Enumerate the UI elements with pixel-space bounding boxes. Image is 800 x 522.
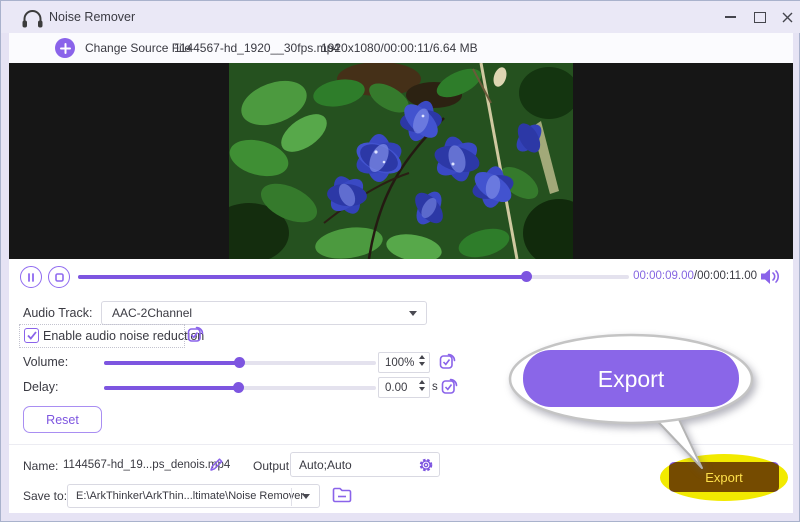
delay-label: Delay:	[23, 380, 58, 394]
output-filename: 1144567-hd_19...ps_denois.mp4	[63, 459, 230, 471]
spin-up-icon[interactable]	[419, 355, 425, 359]
stop-button[interactable]	[48, 266, 70, 288]
total-time: 00:00:11.00	[697, 270, 757, 282]
pause-icon	[27, 273, 35, 282]
volume-apply-to-all-icon[interactable]	[439, 353, 456, 370]
progress-thumb[interactable]	[521, 271, 532, 282]
change-source-button[interactable]	[55, 38, 75, 58]
volume-slider[interactable]	[104, 361, 376, 365]
headphones-icon	[21, 8, 44, 28]
open-folder-icon[interactable]	[332, 486, 352, 503]
audio-track-label: Audio Track:	[23, 306, 92, 320]
pause-button[interactable]	[20, 266, 42, 288]
spin-down-icon[interactable]	[419, 362, 425, 366]
stop-icon	[55, 273, 64, 282]
save-to-path: E:\ArkThinker\ArkThin...ltimate\Noise Re…	[76, 490, 304, 502]
delay-thumb[interactable]	[233, 382, 244, 393]
source-filename: 1144567-hd_1920__30fps.mp4	[174, 41, 340, 55]
time-display: 00:00:09.00/00:00:11.00	[601, 270, 757, 282]
delay-slider[interactable]	[104, 386, 376, 390]
audio-track-value: AAC-2Channel	[112, 306, 192, 320]
volume-thumb[interactable]	[234, 357, 245, 368]
video-preview-frame	[229, 63, 573, 259]
spin-up-icon[interactable]	[419, 380, 425, 384]
save-to-select[interactable]: E:\ArkThinker\ArkThin...ltimate\Noise Re…	[67, 484, 320, 508]
delay-input[interactable]: 0.00	[378, 377, 430, 398]
audio-track-select[interactable]: AAC-2Channel	[101, 301, 427, 325]
noise-remover-window: { "window": { "title": "Noise Remover" }…	[0, 0, 800, 522]
title-bar: Noise Remover	[1, 1, 800, 33]
volume-input[interactable]: 100%	[378, 352, 430, 373]
spin-down-icon[interactable]	[419, 387, 425, 391]
save-to-label: Save to:	[23, 489, 67, 503]
close-icon	[782, 12, 793, 23]
volume-fill	[104, 361, 239, 365]
close-button[interactable]	[775, 7, 799, 27]
reset-label: Reset	[46, 413, 79, 427]
maximize-icon	[754, 12, 766, 23]
volume-label: Volume:	[23, 355, 68, 369]
apply-to-all-icon[interactable]	[187, 326, 204, 343]
noise-reduction-label: Enable audio noise reduction	[43, 329, 204, 343]
export-callout-balloon: Export	[506, 317, 796, 477]
progress-fill	[78, 275, 526, 279]
check-icon	[27, 331, 37, 340]
volume-speaker-icon[interactable]	[760, 268, 781, 285]
balloon-label: Export	[598, 366, 665, 392]
maximize-button[interactable]	[748, 7, 772, 27]
volume-value: 100%	[385, 357, 414, 369]
delay-apply-to-all-icon[interactable]	[441, 378, 458, 395]
delay-fill	[104, 386, 238, 390]
current-time: 00:00:09.00	[633, 270, 694, 282]
window-title: Noise Remover	[49, 10, 135, 24]
noise-reduction-checkbox[interactable]	[24, 328, 39, 343]
output-label: Output:	[253, 459, 292, 473]
delay-value: 0.00	[385, 382, 407, 394]
source-file-info: 1920x1080/00:00:11/6.64 MB	[321, 41, 478, 55]
edit-pencil-icon[interactable]	[209, 457, 224, 472]
name-label: Name:	[23, 459, 58, 473]
delay-unit: s	[432, 381, 438, 393]
minimize-icon	[725, 16, 736, 18]
plus-icon	[60, 43, 71, 54]
gear-icon[interactable]	[418, 457, 434, 473]
select-divider	[291, 488, 292, 506]
output-format-box[interactable]: Auto;Auto	[290, 452, 440, 477]
output-format-value: Auto;Auto	[299, 458, 352, 472]
chevron-down-icon	[302, 494, 310, 499]
chevron-down-icon	[409, 311, 417, 316]
reset-button[interactable]: Reset	[23, 406, 102, 433]
minimize-button[interactable]	[718, 7, 742, 27]
progress-slider[interactable]	[78, 275, 629, 279]
